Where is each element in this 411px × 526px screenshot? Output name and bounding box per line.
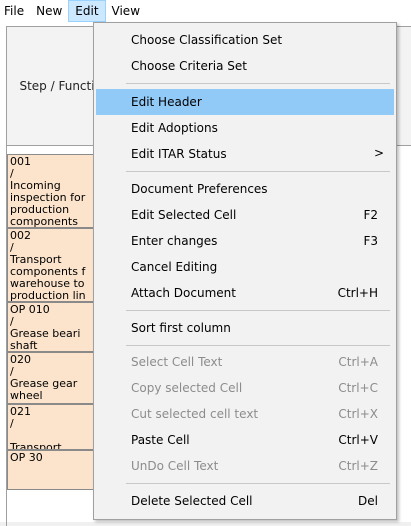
menu-item-label: UnDo Cell Text: [131, 459, 219, 473]
menu-separator: [126, 310, 390, 311]
menu-view[interactable]: View: [106, 0, 146, 22]
menu-item-undo-cell-text[interactable]: UnDo Cell Text Ctrl+Z: [96, 453, 394, 479]
menu-item-choose-classification-set[interactable]: Choose Classification Set: [96, 27, 394, 53]
menu-item-shortcut: Ctrl+H: [337, 286, 378, 300]
menu-item-sort-first-column[interactable]: Sort first column: [96, 315, 394, 341]
menu-item-label: Choose Classification Set: [131, 33, 283, 47]
menu-item-select-cell-text[interactable]: Select Cell Text Ctrl+A: [96, 349, 394, 375]
menu-item-shortcut: F2: [363, 208, 378, 222]
menu-item-edit-header[interactable]: Edit Header: [96, 89, 394, 115]
menu-item-shortcut: Ctrl+Z: [338, 459, 378, 473]
menu-item-shortcut: Del: [358, 494, 378, 508]
menu-item-label: Sort first column: [131, 321, 231, 335]
menu-item-edit-selected-cell[interactable]: Edit Selected Cell F2: [96, 202, 394, 228]
menu-item-shortcut: Ctrl+A: [338, 355, 378, 369]
menu-item-label: Document Preferences: [131, 182, 268, 196]
menu-item-cut-selected-cell-text[interactable]: Cut selected cell text Ctrl+X: [96, 401, 394, 427]
menu-file[interactable]: File: [0, 0, 30, 22]
menu-item-label: Copy selected Cell: [131, 381, 243, 395]
menu-item-paste-cell[interactable]: Paste Cell Ctrl+V: [96, 427, 394, 453]
menu-item-enter-changes[interactable]: Enter changes F3: [96, 228, 394, 254]
menu-item-label: Attach Document: [131, 286, 236, 300]
menu-item-choose-criteria-set[interactable]: Choose Criteria Set: [96, 53, 394, 79]
menu-item-label: Edit ITAR Status: [131, 147, 227, 161]
menu-item-edit-adoptions[interactable]: Edit Adoptions: [96, 115, 394, 141]
menu-item-label: Enter changes: [131, 234, 218, 248]
menu-item-shortcut: F3: [363, 234, 378, 248]
menu-item-label: Cancel Editing: [131, 260, 218, 274]
menu-item-cancel-editing[interactable]: Cancel Editing: [96, 254, 394, 280]
menu-new[interactable]: New: [30, 0, 68, 22]
menu-edit[interactable]: Edit: [68, 0, 106, 22]
menu-separator: [126, 171, 390, 172]
menu-item-label: Paste Cell: [131, 433, 190, 447]
menu-item-document-preferences[interactable]: Document Preferences: [96, 176, 394, 202]
menu-item-delete-selected-cell[interactable]: Delete Selected Cell Del: [96, 488, 394, 514]
menu-item-shortcut: Ctrl+V: [338, 433, 378, 447]
menu-item-label: Edit Adoptions: [131, 121, 218, 135]
menu-separator: [126, 483, 390, 484]
edit-menu-dropdown: Choose Classification Set Choose Criteri…: [93, 22, 397, 520]
menu-separator: [126, 83, 390, 84]
menu-item-edit-itar-status[interactable]: Edit ITAR Status >: [96, 141, 394, 167]
menu-item-label: Delete Selected Cell: [131, 494, 253, 508]
submenu-arrow-icon: >: [373, 146, 384, 160]
menu-item-label: Choose Criteria Set: [131, 59, 247, 73]
menu-bar: File New Edit View: [0, 0, 411, 22]
menu-item-copy-selected-cell[interactable]: Copy selected Cell Ctrl+C: [96, 375, 394, 401]
menu-item-label: Cut selected cell text: [131, 407, 259, 421]
menu-item-label: Select Cell Text: [131, 355, 223, 369]
menu-item-shortcut: Ctrl+X: [338, 407, 378, 421]
menu-item-label: Edit Selected Cell: [131, 208, 237, 222]
menu-item-label: Edit Header: [131, 95, 202, 109]
menu-separator: [126, 345, 390, 346]
menu-item-attach-document[interactable]: Attach Document Ctrl+H: [96, 280, 394, 306]
menu-item-shortcut: Ctrl+C: [338, 381, 378, 395]
